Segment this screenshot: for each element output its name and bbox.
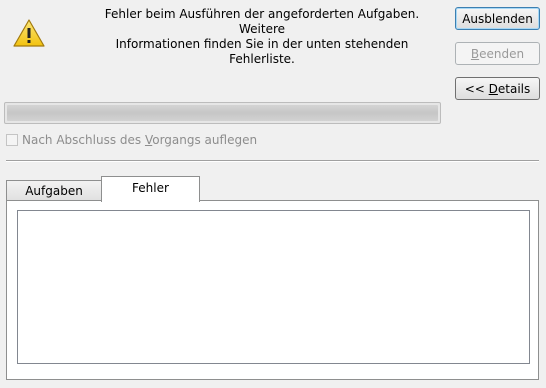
hang-up-checkbox[interactable] bbox=[6, 134, 18, 146]
finish-button[interactable]: Beenden bbox=[455, 42, 540, 65]
error-message: Fehler beim Ausführen der angeforderten … bbox=[92, 7, 432, 67]
hide-button[interactable]: Ausblenden bbox=[455, 7, 540, 30]
error-list[interactable] bbox=[17, 210, 530, 364]
hide-button-label: Ausblenden bbox=[462, 11, 533, 26]
progress-track bbox=[7, 105, 438, 121]
tab-fehler-label: Fehler bbox=[132, 181, 169, 195]
details-button-label: << Details bbox=[464, 81, 531, 96]
hang-up-checkbox-row[interactable]: Nach Abschluss des Vorgangs auflegen bbox=[6, 133, 257, 147]
finish-button-label: Beenden bbox=[470, 46, 525, 61]
tab-aufgaben[interactable]: Aufgaben bbox=[6, 180, 102, 201]
tab-aufgaben-label: Aufgaben bbox=[25, 184, 83, 198]
details-button[interactable]: << Details bbox=[455, 77, 540, 100]
separator bbox=[6, 160, 539, 162]
warning-icon bbox=[12, 18, 46, 48]
progress-bar bbox=[4, 102, 441, 124]
error-message-line-2: Informationen finden Sie in der unten st… bbox=[115, 37, 409, 66]
hang-up-checkbox-label: Nach Abschluss des Vorgangs auflegen bbox=[22, 133, 258, 147]
error-message-line-1: Fehler beim Ausführen der angeforderten … bbox=[104, 7, 420, 36]
tab-panel bbox=[6, 200, 539, 380]
tab-fehler[interactable]: Fehler bbox=[101, 176, 200, 202]
